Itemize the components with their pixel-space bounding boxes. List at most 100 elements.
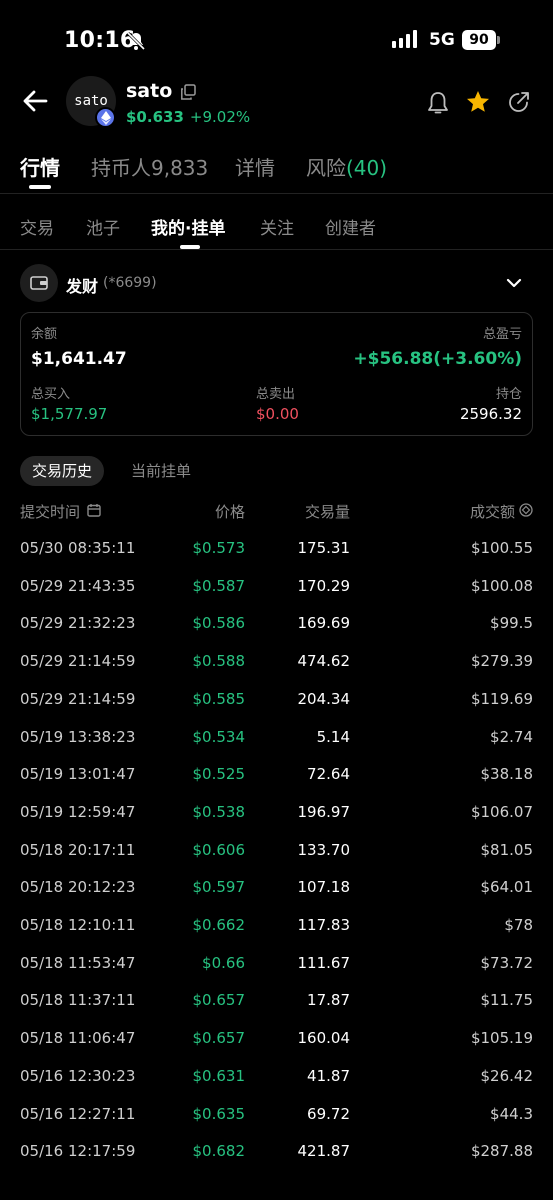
header-time: 提交时间 <box>20 503 81 521</box>
chevron-down-icon[interactable] <box>505 275 523 294</box>
subtab-trades[interactable]: 交易 <box>20 214 54 239</box>
table-header: 提交时间 价格 交易量 成交额 <box>0 498 553 522</box>
cell-volume: 133.70 <box>297 840 351 859</box>
tab-details[interactable]: 详情 <box>235 152 275 181</box>
cell-amount: $2.74 <box>490 727 533 746</box>
tab-risk[interactable]: 风险(40) <box>306 152 387 181</box>
cell-price: $0.657 <box>192 991 246 1010</box>
tab-label: 详情 <box>235 156 275 180</box>
cell-volume: 196.97 <box>297 802 351 821</box>
cell-volume: 5.14 <box>316 727 350 746</box>
cell-amount: $64.01 <box>480 878 534 897</box>
cell-price: $0.606 <box>192 840 246 859</box>
cell-volume: 170.29 <box>297 576 351 595</box>
subtab-indicator <box>180 245 200 249</box>
cell-volume: 160.04 <box>297 1029 351 1048</box>
token-price-row: $0.633 +9.02% <box>126 108 250 126</box>
cell-price: $0.538 <box>192 802 246 821</box>
subtab-label: 池子 <box>86 219 120 239</box>
cell-price: $0.525 <box>192 765 246 784</box>
cell-price: $0.682 <box>192 1142 246 1161</box>
table-row[interactable]: 05/29 21:14:59 $0.585 204.34 $119.69 <box>0 679 553 717</box>
star-icon[interactable] <box>465 89 491 119</box>
table-row[interactable]: 05/16 12:30:23 $0.631 41.87 $26.42 <box>0 1056 553 1094</box>
holding-value: 2596.32 <box>459 405 522 423</box>
cell-amount: $106.07 <box>470 802 533 821</box>
balance-value: $1,641.47 <box>31 349 127 369</box>
cell-volume: 421.87 <box>297 1142 351 1161</box>
cell-amount: $73.72 <box>480 953 534 972</box>
cell-time: 05/29 21:32:23 <box>20 614 136 633</box>
table-row[interactable]: 05/19 13:38:23 $0.534 5.14 $2.74 <box>0 717 553 755</box>
tab-indicator <box>29 185 51 189</box>
table-row[interactable]: 05/18 20:17:11 $0.606 133.70 $81.05 <box>0 830 553 868</box>
share-icon[interactable] <box>507 90 531 118</box>
cell-amount: $119.69 <box>470 689 533 708</box>
back-arrow-icon[interactable] <box>22 89 48 117</box>
copy-icon[interactable] <box>180 84 196 104</box>
subtab-label: 关注 <box>260 219 294 239</box>
header-volume: 交易量 <box>304 503 350 521</box>
table-row[interactable]: 05/18 12:10:11 $0.662 117.83 $78 <box>0 905 553 943</box>
tab-market[interactable]: 行情 <box>20 152 60 189</box>
tab-trade-history[interactable]: 交易历史 <box>20 456 105 486</box>
wallet-selector[interactable]: 发财 (*6699) <box>0 264 553 302</box>
table-row[interactable]: 05/18 11:37:11 $0.657 17.87 $11.75 <box>0 980 553 1018</box>
subtab-watch[interactable]: 关注 <box>260 214 294 239</box>
subtab-label: 创建者 <box>325 219 376 239</box>
table-row[interactable]: 05/18 11:53:47 $0.66 111.67 $73.72 <box>0 943 553 981</box>
table-row[interactable]: 05/18 20:12:23 $0.597 107.18 $64.01 <box>0 867 553 905</box>
cell-time: 05/18 11:06:47 <box>20 1029 136 1048</box>
table-row[interactable]: 05/16 12:27:11 $0.635 69.72 $44.3 <box>0 1094 553 1132</box>
pnl-value: +$56.88(+3.60%) <box>353 349 522 369</box>
cell-time: 05/16 12:17:59 <box>20 1142 136 1161</box>
subtab-label: 我的·挂单 <box>151 219 226 239</box>
status-bar: 10:16 5G 90 <box>0 0 553 80</box>
cell-time: 05/19 13:01:47 <box>20 765 136 784</box>
cell-volume: 117.83 <box>297 916 351 934</box>
cell-amount: $100.08 <box>470 576 533 595</box>
balance-label: 余额 <box>31 327 58 342</box>
bell-off-icon <box>126 31 146 55</box>
tab-holders[interactable]: 持币人9,833 <box>91 152 208 181</box>
cell-price: $0.635 <box>192 1104 246 1123</box>
calendar-icon[interactable] <box>87 503 101 521</box>
ethereum-icon <box>95 107 116 128</box>
table-row[interactable]: 05/16 12:17:59 $0.682 421.87 $287.88 <box>0 1131 553 1169</box>
cell-amount: $99.5 <box>490 614 533 633</box>
wallet-icon <box>20 264 58 302</box>
cell-time: 05/29 21:14:59 <box>20 652 136 671</box>
table-row[interactable]: 05/29 21:14:59 $0.588 474.62 $279.39 <box>0 641 553 679</box>
tab-label: 风险 <box>306 156 346 180</box>
cell-price: $0.573 <box>192 539 246 557</box>
sold-label: 总卖出 <box>256 387 296 402</box>
cell-price: $0.586 <box>192 614 246 633</box>
subtab-my-orders[interactable]: 我的·挂单 <box>151 214 226 249</box>
table-row[interactable]: 05/29 21:43:35 $0.587 170.29 $100.08 <box>0 566 553 604</box>
tab-label: 持币人9,833 <box>91 156 209 180</box>
subtab-creator[interactable]: 创建者 <box>325 214 376 239</box>
table-row[interactable]: 05/19 13:01:47 $0.525 72.64 $38.18 <box>0 754 553 792</box>
main-tabs: 行情 持币人9,833 详情 风险(40) <box>0 152 553 194</box>
cell-volume: 69.72 <box>307 1104 350 1123</box>
cell-price: $0.657 <box>192 1029 246 1048</box>
table-row[interactable]: 05/19 12:59:47 $0.538 196.97 $106.07 <box>0 792 553 830</box>
currency-toggle-icon[interactable] <box>519 503 533 521</box>
token-name: sato <box>126 80 173 102</box>
table-row[interactable]: 05/29 21:32:23 $0.586 169.69 $99.5 <box>0 603 553 641</box>
tab-open-orders[interactable]: 当前挂单 <box>131 456 191 486</box>
cell-volume: 111.67 <box>297 953 351 972</box>
bell-icon[interactable] <box>426 90 450 120</box>
cell-amount: $11.75 <box>480 991 534 1010</box>
token-price: $0.633 <box>126 108 184 126</box>
cell-time: 05/18 12:10:11 <box>20 916 136 934</box>
table-row[interactable]: 05/30 08:35:11 $0.573 175.31 $100.55 <box>0 528 553 566</box>
cell-time: 05/29 21:14:59 <box>20 689 136 708</box>
pnl-label: 总盈亏 <box>482 327 522 342</box>
subtab-pools[interactable]: 池子 <box>86 214 120 239</box>
cell-time: 05/18 11:53:47 <box>20 953 136 972</box>
table-row[interactable]: 05/18 11:06:47 $0.657 160.04 $105.19 <box>0 1018 553 1056</box>
cell-price: $0.597 <box>192 878 246 897</box>
status-time: 10:16 <box>64 28 136 53</box>
cell-time: 05/18 20:17:11 <box>20 840 136 859</box>
